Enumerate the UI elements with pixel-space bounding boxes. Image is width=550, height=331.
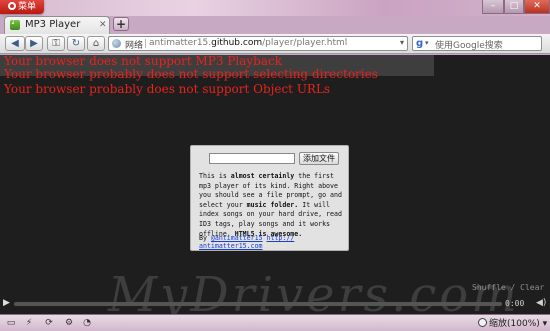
error-object-urls: Your browser probably does not support O… (4, 82, 331, 96)
zoom-control[interactable]: 缩放(100%) ▾ (478, 316, 547, 329)
zoom-label: 缩放 (489, 319, 508, 329)
tab-strip: MP3 Player ✕ + (0, 16, 550, 34)
url-text[interactable]: antimatter15.github.com/player/player.ht… (149, 38, 347, 48)
desc-bold-2: music folder. (246, 200, 299, 209)
globe-icon (112, 39, 121, 48)
tab-close-icon[interactable]: ✕ (99, 20, 107, 30)
speed-dial-icon[interactable]: ⚡ (22, 317, 36, 329)
panel-toggle-icon[interactable]: ▭ (4, 317, 18, 329)
key-icon[interactable]: ⚿ (47, 36, 65, 51)
status-bar: ▭ ⚡ ⟳ ⚙ ◔ 缩放(100%) ▾ (0, 314, 550, 331)
search-placeholder: 使用Google搜索 (435, 41, 503, 51)
add-file-button[interactable]: 添加文件 (299, 152, 339, 165)
search-engine-chevron-icon[interactable]: ▾ (425, 39, 429, 47)
time-display: 0:00 (505, 299, 525, 308)
intro-description: This is almost certainly the first mp3 p… (199, 172, 345, 239)
tab-title: MP3 Player (25, 19, 81, 30)
close-window-button[interactable]: ✕ (524, 0, 550, 14)
url-domain: github.com (211, 38, 263, 48)
volume-icon[interactable]: ◀) (536, 298, 546, 308)
turbo-icon[interactable]: ◔ (80, 317, 94, 329)
play-icon[interactable]: ▶ (3, 298, 10, 308)
chevron-down-icon[interactable]: ▾ (400, 38, 404, 47)
progress-bar[interactable] (14, 302, 502, 306)
magnifier-icon (478, 318, 487, 327)
minimize-button[interactable]: – (482, 0, 504, 14)
zoom-chevron-icon: ▾ (542, 319, 548, 329)
url-path: /player/player.html (262, 38, 348, 48)
opera-logo-icon (7, 2, 16, 10)
network-zone-label: 网络 (125, 41, 144, 51)
maximize-button[interactable]: □ (504, 0, 524, 14)
address-toolbar: ◀ ▶ ⚿ ↻ ⌂ 网络 antimatter15.github.com/pla… (0, 34, 550, 54)
intro-dialog: 添加文件 This is almost certainly the first … (190, 145, 349, 251)
zoom-value: (100%) (507, 319, 540, 329)
opera-menu-button[interactable]: 菜单 (0, 0, 44, 14)
tab-mp3-player[interactable]: MP3 Player ✕ (4, 16, 110, 34)
back-button[interactable]: ◀ (5, 36, 25, 51)
desc-bold-1: almost certainly (230, 172, 295, 180)
address-bar[interactable]: 网络 antimatter15.github.com/player/player… (108, 36, 408, 51)
google-g-icon: g (416, 38, 424, 49)
byline-by: By (199, 234, 211, 242)
music-favicon-icon (10, 17, 20, 30)
page-viewport: Your browser does not support MP3 Playba… (0, 55, 550, 314)
url-prefix: antimatter15. (149, 38, 212, 48)
file-input[interactable] (209, 153, 295, 164)
desc-text-1: This is (199, 172, 231, 180)
sync-icon[interactable]: ⟳ (42, 317, 56, 329)
forward-button[interactable]: ▶ (25, 36, 43, 51)
title-bar (0, 0, 550, 16)
website-link-continued[interactable]: antimatter15.com (199, 242, 263, 250)
website-link[interactable]: http:// (267, 234, 295, 242)
error-select-directories: Your browser probably does not support s… (4, 67, 378, 81)
shuffle-clear-links[interactable]: Shuffle / Clear (472, 283, 544, 292)
home-button[interactable]: ⌂ (87, 36, 105, 51)
new-tab-button[interactable]: + (113, 17, 129, 31)
reload-button[interactable]: ↻ (67, 36, 85, 51)
menu-label: 菜单 (17, 2, 36, 12)
settings-icon[interactable]: ⚙ (62, 317, 76, 329)
search-box[interactable]: g ▾ 使用Google搜索 (412, 36, 542, 51)
twitter-handle-link[interactable]: @antimatter15 (211, 234, 263, 242)
watermark: MyDrivers.com (108, 267, 520, 314)
address-separator (145, 39, 146, 48)
